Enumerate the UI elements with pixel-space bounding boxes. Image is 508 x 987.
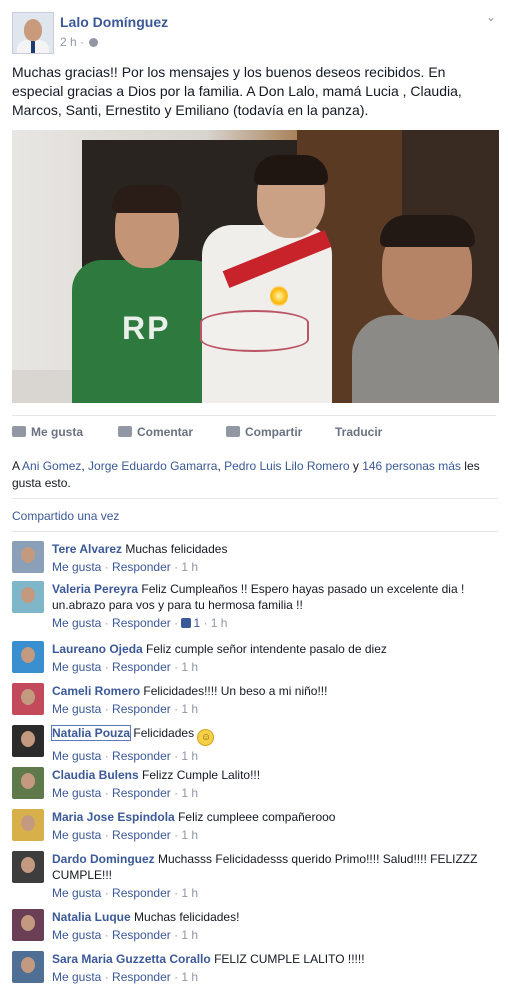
comment-reply-link[interactable]: Responder: [112, 660, 171, 674]
comment-text: Felizz Cumple Lalito!!!: [142, 768, 261, 782]
comment-time[interactable]: 1 h: [181, 660, 198, 674]
divider: [12, 531, 498, 532]
post-time[interactable]: 2 h ·: [60, 35, 99, 49]
comment-reply-link[interactable]: Responder: [112, 560, 171, 574]
commenter-avatar[interactable]: [12, 809, 44, 841]
commenter-name[interactable]: Dardo Dominguez: [52, 852, 155, 866]
more-likers-link[interactable]: 146 personas más: [362, 459, 461, 473]
comment-reply-link[interactable]: Responder: [112, 786, 171, 800]
commenter-name[interactable]: Natalia Luque: [52, 910, 131, 924]
commenter-name[interactable]: Valeria Pereyra: [52, 582, 138, 596]
commenter-avatar[interactable]: [12, 951, 44, 983]
comment-time[interactable]: 1 h: [181, 886, 198, 900]
comment-reply-link[interactable]: Responder: [112, 886, 171, 900]
commenter-name[interactable]: Claudia Bulens: [52, 768, 139, 782]
comment-like-link[interactable]: Me gusta: [52, 886, 101, 900]
commenter-avatar[interactable]: [12, 851, 44, 883]
comment-text: Felicidades!!!! Un beso a mi niño!!!: [143, 684, 328, 698]
post-actions: Me gusta Comentar Compartir Traducir: [12, 415, 496, 450]
comment-meta: Me gusta · Responder · 1 h: [52, 660, 199, 674]
comment-meta: Me gusta · Responder · 1 h: [52, 560, 199, 574]
liker-link[interactable]: Jorge Eduardo Gamarra: [88, 459, 217, 473]
commenter-avatar[interactable]: [12, 725, 44, 757]
thumbs-up-icon: [12, 426, 26, 437]
commenter-name[interactable]: Cameli Romero: [52, 684, 140, 698]
comment-meta: Me gusta · Responder · 1 · 1 h: [52, 616, 228, 630]
commenter-avatar[interactable]: [12, 683, 44, 715]
comment-text: Felicidades: [133, 726, 195, 740]
thumbs-up-icon: [181, 618, 192, 628]
comment-time[interactable]: 1 h: [181, 749, 198, 763]
post-header: Lalo Domínguez 2 h · ⌄: [0, 0, 508, 58]
comment-meta: Me gusta · Responder · 1 h: [52, 886, 199, 900]
comment-like-link[interactable]: Me gusta: [52, 749, 101, 763]
comment-reply-link[interactable]: Responder: [112, 749, 171, 763]
comment-like-link[interactable]: Me gusta: [52, 660, 101, 674]
comment-button[interactable]: Comentar: [118, 425, 193, 439]
commenter-name[interactable]: Maria Jose Espindola: [52, 810, 175, 824]
comment-text: Feliz cumple señor intendente pasalo de …: [146, 642, 387, 656]
comment-reply-link[interactable]: Responder: [112, 702, 171, 716]
smile-emoji-icon: ☺: [197, 729, 215, 746]
shirt-print: RP: [122, 310, 171, 346]
comment-time[interactable]: 1 h: [181, 560, 198, 574]
like-button[interactable]: Me gusta: [12, 425, 83, 439]
comment-time[interactable]: 1 h: [181, 786, 198, 800]
commenter-avatar[interactable]: [12, 909, 44, 941]
comment-meta: Me gusta · Responder · 1 h: [52, 749, 199, 763]
comment-meta: Me gusta · Responder · 1 h: [52, 970, 199, 984]
author-avatar[interactable]: [12, 12, 54, 54]
comment-meta: Me gusta · Responder · 1 h: [52, 702, 199, 716]
share-button[interactable]: Compartir: [226, 425, 302, 439]
commenter-name[interactable]: Natalia Pouza: [50, 725, 132, 741]
comment-like-link[interactable]: Me gusta: [52, 616, 101, 630]
share-icon: [226, 426, 240, 437]
comment-like-link[interactable]: Me gusta: [52, 702, 101, 716]
commenter-avatar[interactable]: [12, 581, 44, 613]
comment-time[interactable]: 1 h: [181, 928, 198, 942]
comment-meta: Me gusta · Responder · 1 h: [52, 786, 199, 800]
shared-link[interactable]: Compartido una vez: [12, 509, 119, 523]
translate-button[interactable]: Traducir: [335, 425, 382, 439]
comment-like-link[interactable]: Me gusta: [52, 928, 101, 942]
comment-meta: Me gusta · Responder · 1 h: [52, 828, 199, 842]
commenter-avatar[interactable]: [12, 541, 44, 573]
liker-link[interactable]: Pedro Luis Lilo Romero: [224, 459, 349, 473]
comment-like-link[interactable]: Me gusta: [52, 828, 101, 842]
comment-text: Muchas felicidades: [125, 542, 228, 556]
comment-reply-link[interactable]: Responder: [112, 616, 171, 630]
comment-reply-link[interactable]: Responder: [112, 928, 171, 942]
commenter-name[interactable]: Laureano Ojeda: [52, 642, 143, 656]
commenter-name[interactable]: Sara Maria Guzzetta Corallo: [52, 952, 211, 966]
comment-like-link[interactable]: Me gusta: [52, 786, 101, 800]
comment-text: Muchas felicidades!: [134, 910, 240, 924]
comment-time[interactable]: 1 h: [181, 970, 198, 984]
liker-link[interactable]: Ani Gomez: [22, 459, 81, 473]
comment-reply-link[interactable]: Responder: [112, 828, 171, 842]
comment-time[interactable]: 1 h: [211, 616, 228, 630]
comment-like-link[interactable]: Me gusta: [52, 560, 101, 574]
comment-text: Feliz cumpleee compañerooo: [178, 810, 336, 824]
comment-time[interactable]: 1 h: [181, 828, 198, 842]
comment-like-link[interactable]: Me gusta: [52, 970, 101, 984]
post-text: Muchas gracias!! Por los mensajes y los …: [12, 64, 462, 118]
post-photo[interactable]: RP: [12, 130, 499, 403]
comment-text: FELIZ CUMPLE LALITO !!!!!: [214, 952, 365, 966]
comment-meta: Me gusta · Responder · 1 h: [52, 928, 199, 942]
chevron-down-icon[interactable]: ⌄: [486, 10, 496, 24]
commenter-avatar[interactable]: [12, 767, 44, 799]
likes-summary: A Ani Gomez, Jorge Eduardo Gamarra, Pedr…: [12, 459, 480, 490]
commenter-name[interactable]: Tere Alvarez: [52, 542, 122, 556]
globe-icon: [89, 38, 99, 47]
comment-time[interactable]: 1 h: [181, 702, 198, 716]
commenter-avatar[interactable]: [12, 641, 44, 673]
comment-icon: [118, 426, 132, 437]
divider: [12, 498, 498, 499]
comment-reply-link[interactable]: Responder: [112, 970, 171, 984]
author-name[interactable]: Lalo Domínguez: [60, 14, 168, 30]
